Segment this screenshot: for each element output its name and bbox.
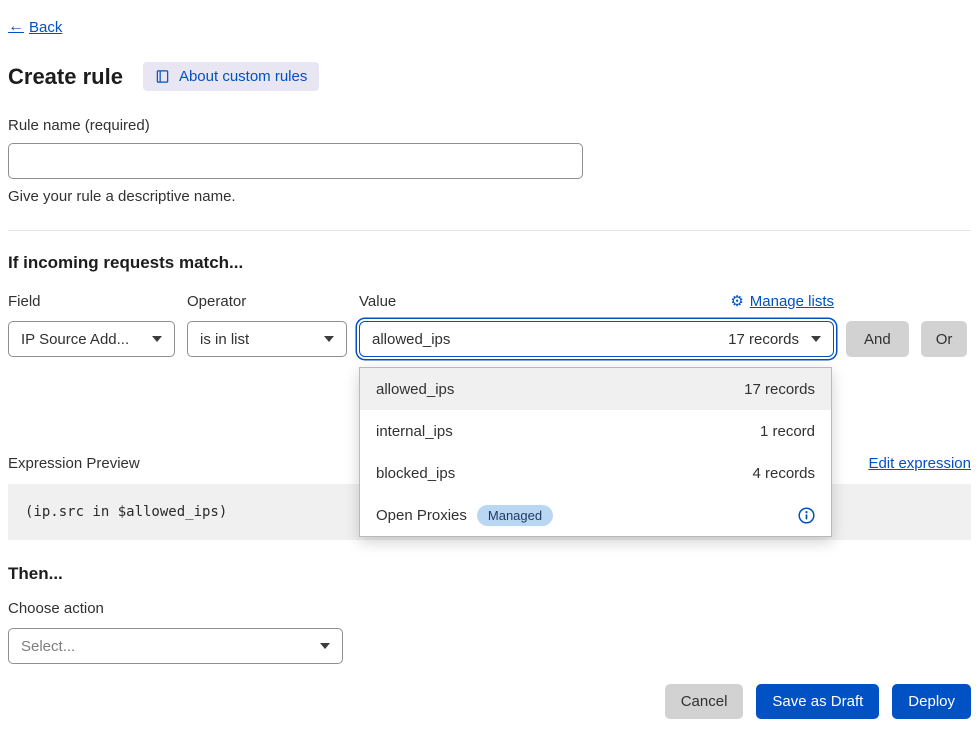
operator-column: Operator is in list (187, 293, 347, 357)
field-select-value: IP Source Add... (21, 331, 129, 348)
manage-lists-label: Manage lists (750, 293, 834, 310)
chevron-down-icon (811, 336, 821, 342)
value-select-value: allowed_ips (372, 331, 450, 348)
list-option-name: Open Proxies (376, 507, 467, 524)
value-select-meta: 17 records (728, 331, 799, 348)
footer-actions: Cancel Save as Draft Deploy (8, 684, 971, 719)
manage-lists-link[interactable]: ⚙ Manage lists (730, 293, 834, 310)
list-option-name: internal_ips (376, 423, 453, 440)
chevron-down-icon (152, 336, 162, 342)
operator-select-value: is in list (200, 331, 249, 348)
action-select[interactable]: Select... (8, 628, 343, 664)
rule-name-help: Give your rule a descriptive name. (8, 188, 971, 205)
value-header: Value ⚙ Manage lists (359, 293, 834, 310)
save-as-draft-button[interactable]: Save as Draft (756, 684, 879, 719)
list-option-name-wrap: Open Proxies Managed (376, 505, 553, 526)
list-option-internal-ips[interactable]: internal_ips 1 record (360, 410, 831, 452)
section-divider (8, 230, 971, 231)
chevron-down-icon (324, 336, 334, 342)
back-link[interactable]: ← Back (8, 18, 62, 36)
back-link-label: Back (29, 19, 62, 36)
deploy-button[interactable]: Deploy (892, 684, 971, 719)
title-row: Create rule About custom rules (8, 62, 971, 91)
list-option-meta: 1 record (760, 423, 815, 440)
or-button[interactable]: Or (921, 321, 968, 357)
list-option-name: blocked_ips (376, 465, 455, 482)
about-custom-rules-label: About custom rules (179, 68, 307, 85)
rule-name-group: Rule name (required) Give your rule a de… (8, 117, 971, 205)
value-label: Value (359, 293, 396, 310)
value-select[interactable]: allowed_ips 17 records (359, 321, 834, 357)
action-select-placeholder: Select... (21, 638, 75, 655)
list-option-meta: 17 records (744, 381, 815, 398)
then-section-title: Then... (8, 564, 971, 584)
cancel-button[interactable]: Cancel (665, 684, 744, 719)
rule-name-input[interactable] (8, 143, 583, 179)
list-option-meta: 4 records (752, 465, 815, 482)
match-section-title: If incoming requests match... (8, 253, 971, 273)
book-icon (155, 69, 170, 84)
field-column: Field IP Source Add... (8, 293, 175, 357)
gear-icon: ⚙ (730, 294, 743, 309)
about-custom-rules-link[interactable]: About custom rules (143, 62, 319, 91)
chevron-down-icon (320, 643, 330, 649)
managed-badge: Managed (477, 505, 553, 526)
value-column: Value ⚙ Manage lists allowed_ips 17 reco… (359, 293, 834, 357)
match-row: Field IP Source Add... Operator is in li… (8, 293, 971, 357)
lists-dropdown-menu: allowed_ips 17 records internal_ips 1 re… (359, 367, 832, 537)
rule-name-label: Rule name (required) (8, 117, 971, 134)
value-select-right: 17 records (728, 331, 821, 348)
expression-preview-label: Expression Preview (8, 455, 140, 472)
operator-label: Operator (187, 293, 347, 310)
operator-select[interactable]: is in list (187, 321, 347, 357)
list-option-name: allowed_ips (376, 381, 454, 398)
info-icon[interactable] (798, 507, 815, 524)
edit-expression-link[interactable]: Edit expression (868, 455, 971, 472)
list-option-blocked-ips[interactable]: blocked_ips 4 records (360, 452, 831, 494)
expression-code: (ip.src in $allowed_ips) (25, 504, 227, 520)
field-label: Field (8, 293, 175, 310)
create-rule-page: ← Back Create rule About custom rules Rul… (0, 0, 979, 719)
field-select[interactable]: IP Source Add... (8, 321, 175, 357)
page-title: Create rule (8, 64, 123, 90)
and-button[interactable]: And (846, 321, 909, 357)
list-option-open-proxies[interactable]: Open Proxies Managed (360, 494, 831, 536)
list-option-allowed-ips[interactable]: allowed_ips 17 records (360, 368, 831, 410)
arrow-left-icon: ← (8, 18, 24, 36)
choose-action-label: Choose action (8, 600, 971, 617)
